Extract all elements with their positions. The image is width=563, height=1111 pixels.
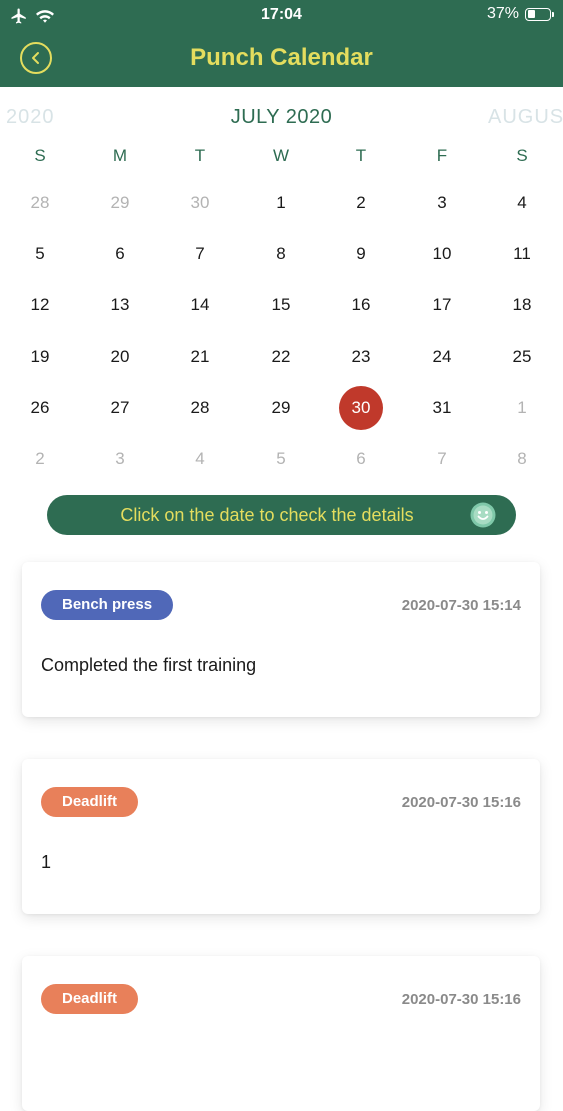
battery-percent: 37%: [486, 5, 519, 22]
page-title: Punch Calendar: [190, 44, 373, 71]
calendar-day[interactable]: 28: [18, 181, 62, 225]
calendar-day[interactable]: 23: [339, 335, 383, 379]
calendar-day[interactable]: 27: [98, 386, 142, 430]
calendar-day[interactable]: 17: [420, 283, 464, 327]
record-card[interactable]: Deadlift 2020-07-30 15:16: [22, 956, 540, 1111]
calendar-day[interactable]: 20: [98, 335, 142, 379]
calendar-day[interactable]: 18: [500, 283, 544, 327]
calendar-day[interactable]: 8: [259, 232, 303, 276]
calendar-day[interactable]: 6: [339, 437, 383, 481]
calendar-day[interactable]: 10: [420, 232, 464, 276]
calendar-day[interactable]: 11: [500, 232, 544, 276]
calendar-day[interactable]: 7: [178, 232, 222, 276]
hint-text: Click on the date to check the details: [120, 505, 414, 525]
record-tag: Bench press: [41, 590, 174, 620]
weekday-label: W: [272, 146, 290, 165]
battery-icon: [525, 7, 554, 21]
next-month-label[interactable]: AUGUS: [488, 106, 563, 129]
calendar-day[interactable]: 31: [420, 386, 464, 430]
weekday-label: T: [194, 146, 206, 165]
battery-fill: [527, 10, 535, 18]
current-month-label: JULY 2020: [230, 106, 333, 128]
nav-bar: Punch Calendar: [0, 30, 563, 87]
calendar-day[interactable]: 30: [178, 181, 222, 225]
calendar-day[interactable]: 4: [178, 437, 222, 481]
calendar-day[interactable]: 29: [259, 386, 303, 430]
calendar-day[interactable]: 1: [259, 181, 303, 225]
calendar-day[interactable]: 7: [420, 437, 464, 481]
calendar-day[interactable]: 16: [339, 283, 383, 327]
calendar-day[interactable]: 15: [259, 283, 303, 327]
calendar-day[interactable]: 21: [178, 335, 222, 379]
calendar-day[interactable]: 25: [500, 335, 544, 379]
calendar-day[interactable]: 28: [178, 386, 222, 430]
calendar-day[interactable]: 4: [500, 181, 544, 225]
weekday-label: S: [34, 146, 46, 165]
calendar-day[interactable]: 9: [339, 232, 383, 276]
record-text: 1: [41, 852, 52, 872]
smile-icon: [470, 502, 496, 528]
calendar-day[interactable]: 3: [420, 181, 464, 225]
weekday-header: SMTWTFS: [0, 146, 563, 172]
calendar-day[interactable]: 22: [259, 335, 303, 379]
calendar-day[interactable]: 2: [339, 181, 383, 225]
status-time: 17:04: [261, 6, 302, 23]
record-card[interactable]: Deadlift 2020-07-30 15:16 1: [22, 759, 540, 914]
calendar-day[interactable]: 19: [18, 335, 62, 379]
calendar-day[interactable]: 1: [500, 386, 544, 430]
record-tag: Deadlift: [41, 787, 139, 817]
calendar-day[interactable]: 2: [18, 437, 62, 481]
calendar-day[interactable]: 6: [98, 232, 142, 276]
status-right: 37%: [486, 5, 554, 23]
weekday-label: M: [112, 146, 128, 165]
record-time: 2020-07-30 15:14: [401, 597, 521, 614]
calendar-grid: 28 29 30 1 2 3 4 5 6 7 8 9 10 11 12 13 14 15 16 17 18 19 20 21 2…: [0, 180, 563, 486]
status-bar: 17:04 37%: [0, 0, 563, 30]
calendar-day[interactable]: 12: [18, 283, 62, 327]
calendar-day[interactable]: 26: [18, 386, 62, 430]
record-time: 2020-07-30 15:16: [401, 794, 521, 811]
calendar-day-selected[interactable]: 30: [339, 385, 383, 430]
weekday-label: F: [436, 146, 448, 165]
calendar-day[interactable]: 5: [18, 232, 62, 276]
record-text: Completed the first training: [41, 655, 257, 675]
weekday-label: T: [355, 146, 367, 165]
hint-bar[interactable]: Click on the date to check the details: [47, 495, 516, 535]
month-header: 2020 JULY 2020 AUGUS: [0, 100, 563, 136]
calendar-day[interactable]: 14: [178, 283, 222, 327]
calendar-day[interactable]: 8: [500, 437, 544, 481]
weekday-label: S: [516, 146, 528, 165]
calendar-day[interactable]: 29: [98, 181, 142, 225]
record-card[interactable]: Bench press 2020-07-30 15:14 Completed t…: [22, 562, 540, 717]
calendar-day[interactable]: 13: [98, 283, 142, 327]
record-tag: Deadlift: [41, 984, 139, 1014]
calendar-day[interactable]: 5: [259, 437, 303, 481]
calendar-day[interactable]: 3: [98, 437, 142, 481]
calendar-day[interactable]: 24: [420, 335, 464, 379]
